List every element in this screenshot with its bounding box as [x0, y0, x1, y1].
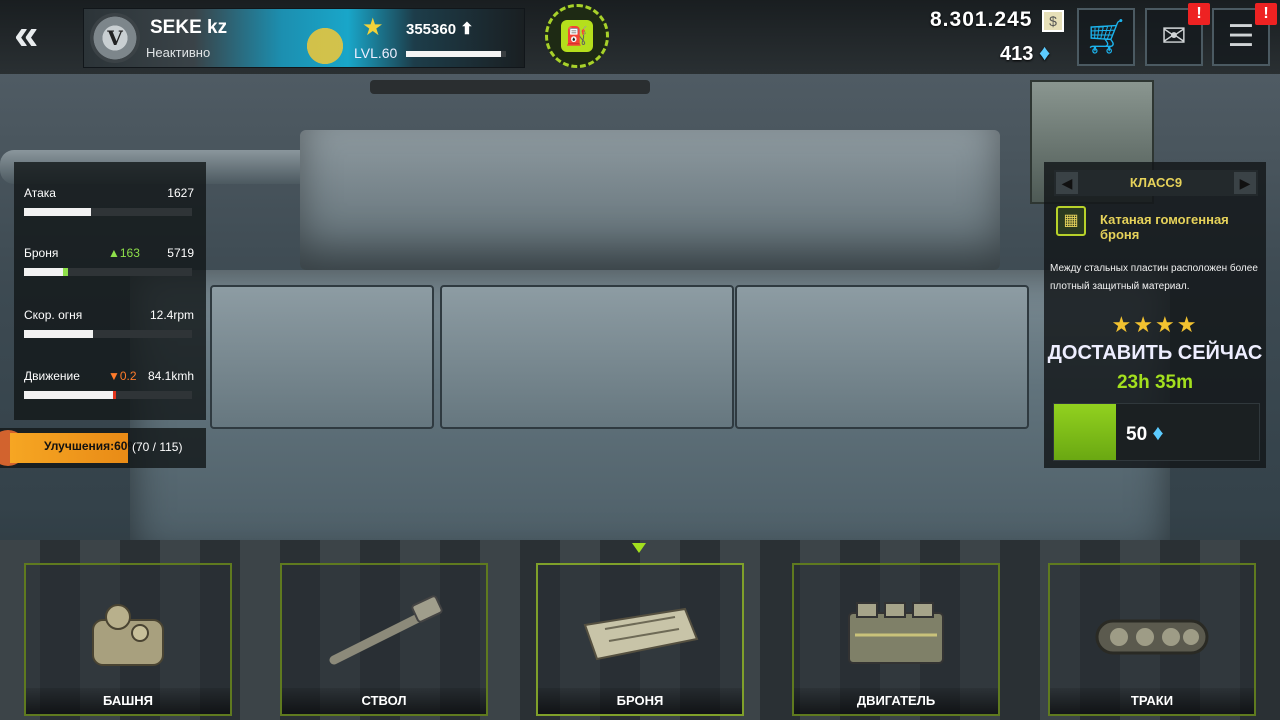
part-label: ДВИГАТЕЛЬ	[794, 688, 998, 714]
player-level: LVL.60	[354, 45, 398, 61]
stat-bar	[24, 330, 192, 338]
stat-attack: Атака 1627	[24, 186, 196, 236]
item-description: Между стальных пластин расположен более …	[1050, 263, 1258, 292]
part-engine-tab[interactable]: ДВИГАТЕЛЬ	[792, 563, 1000, 716]
stat-value: 12.4rpm	[149, 308, 194, 322]
stat-fill	[24, 208, 92, 216]
stat-bar	[24, 268, 192, 276]
class-label: КЛАСС9	[1129, 175, 1183, 190]
deliver-now-label: ДОСТАВИТЬ СЕЙЧАС	[1047, 342, 1263, 364]
turret-icon	[92, 604, 164, 666]
cash-icon: $	[1042, 10, 1064, 32]
stat-label: Движение	[24, 369, 80, 383]
money-amount: 8.301.245	[930, 8, 1033, 31]
stat-bar	[24, 391, 192, 399]
stat-fire-rate: Скор. огня 12.4rpm	[24, 308, 196, 358]
selection-arrow-icon	[632, 543, 646, 553]
diamond-icon: ♦	[1038, 40, 1051, 65]
armor-plate-icon: ▦	[1056, 206, 1086, 236]
stats-panel: Атака 1627 Броня ▲163 5719 Скор. огня 12…	[14, 162, 206, 420]
stat-delta: ▼0.2	[108, 369, 137, 383]
mail-alert-badge: !	[1188, 3, 1210, 25]
stat-value: 5719	[167, 246, 194, 260]
button-accent	[1054, 404, 1116, 460]
class-next-button[interactable]: ▶	[1234, 172, 1256, 194]
upgrade-count: (70 / 115)	[132, 440, 183, 454]
tank-turret-graphic	[300, 130, 1000, 270]
armor-plate-graphic	[735, 285, 1029, 429]
item-name: Катаная гомогенная броня	[1100, 212, 1229, 242]
shop-button[interactable]: 🛒︎	[1077, 8, 1135, 66]
part-label: ТРАКИ	[1050, 688, 1254, 714]
gems-amount: 413 ♦	[1000, 40, 1050, 66]
stat-fill	[24, 268, 63, 276]
part-label: БРОНЯ	[538, 688, 742, 714]
stat-armor: Броня ▲163 5719	[24, 246, 196, 296]
part-label: БАШНЯ	[26, 688, 230, 714]
barrel-icon	[329, 595, 443, 665]
gems-number: 413	[1000, 43, 1034, 65]
back-button[interactable]: «	[14, 13, 64, 57]
deliver-now-button[interactable]: 50 ♦	[1053, 403, 1260, 461]
cart-icon: 🛒︎	[1084, 18, 1128, 56]
class-prev-button[interactable]: ◀	[1056, 172, 1078, 194]
stat-ext	[113, 391, 117, 399]
part-barrel-tab[interactable]: СТВОЛ	[280, 563, 488, 716]
upgrade-label: Улучшения:60%	[44, 439, 139, 453]
player-profile[interactable]: V SEKE kz Неактивно ★ LVL.60 355360 ⬆	[83, 8, 525, 69]
tracks-icon	[1095, 619, 1209, 655]
stat-value: 84.1kmh	[147, 369, 194, 383]
triangle-left-icon: ◀	[1061, 175, 1073, 191]
part-turret-tab[interactable]: БАШНЯ	[24, 563, 232, 716]
part-tracks-tab[interactable]: ТРАКИ	[1048, 563, 1256, 716]
fuel-button[interactable]: ⛽	[545, 4, 609, 68]
price-number: 50	[1126, 424, 1148, 445]
stat-label: Скор. огня	[24, 308, 83, 322]
triangle-right-icon: ▶	[1239, 175, 1251, 191]
stat-label: Броня	[24, 246, 59, 260]
armor-plate-graphic	[210, 285, 434, 429]
rating-stars: ★★★★	[1111, 312, 1199, 337]
xp-progress-bar	[406, 51, 506, 57]
stat-fill	[24, 391, 114, 399]
stat-bar	[24, 208, 192, 216]
part-armor-tab[interactable]: БРОНЯ	[536, 563, 744, 716]
arrow-up-icon: ⬆	[460, 21, 474, 38]
engine-icon	[848, 602, 944, 664]
item-panel: КЛАСС9 ◀ ▶ ▦ Катаная гомогенная броня Ме…	[1044, 162, 1266, 468]
stat-ext	[62, 268, 68, 276]
flag-emblem-icon	[302, 23, 348, 69]
rank-badge: V	[90, 13, 140, 63]
stat-value: 1627	[167, 186, 194, 200]
top-bar: « V SEKE kz Неактивно ★ LVL.60 355360 ⬆ …	[0, 0, 1280, 74]
fuel-can-icon: ⛽	[561, 20, 593, 52]
chat-icon: ☰	[1227, 20, 1255, 53]
class-selector: КЛАСС9 ◀ ▶	[1054, 170, 1258, 196]
armor-plate-graphic	[440, 285, 734, 429]
xp-number: 355360	[406, 21, 457, 38]
stat-label: Атака	[24, 186, 56, 200]
xp-value: 355360 ⬆	[406, 19, 474, 39]
xp-progress-fill	[406, 51, 501, 57]
player-name: SEKE kz	[150, 17, 228, 38]
player-status: Неактивно	[146, 45, 211, 60]
stat-fill	[24, 330, 93, 338]
part-label: СТВОЛ	[282, 688, 486, 714]
machine-gun-graphic	[370, 80, 650, 94]
envelope-icon: ✉	[1161, 20, 1187, 53]
diamond-icon: ♦	[1152, 420, 1164, 445]
stat-movement: Движение ▼0.2 84.1kmh	[24, 369, 196, 419]
deliver-price: 50 ♦	[1126, 420, 1164, 446]
stat-delta: ▲163	[108, 246, 140, 260]
chat-alert-badge: !	[1255, 3, 1277, 25]
star-icon: ★	[362, 14, 384, 41]
upgrade-progress[interactable]: Улучшения:60% (70 / 115)	[0, 428, 206, 468]
delivery-timer: 23h 35m	[1116, 372, 1194, 393]
armor-icon	[583, 607, 699, 661]
double-chevron-left-icon: «	[14, 10, 39, 59]
